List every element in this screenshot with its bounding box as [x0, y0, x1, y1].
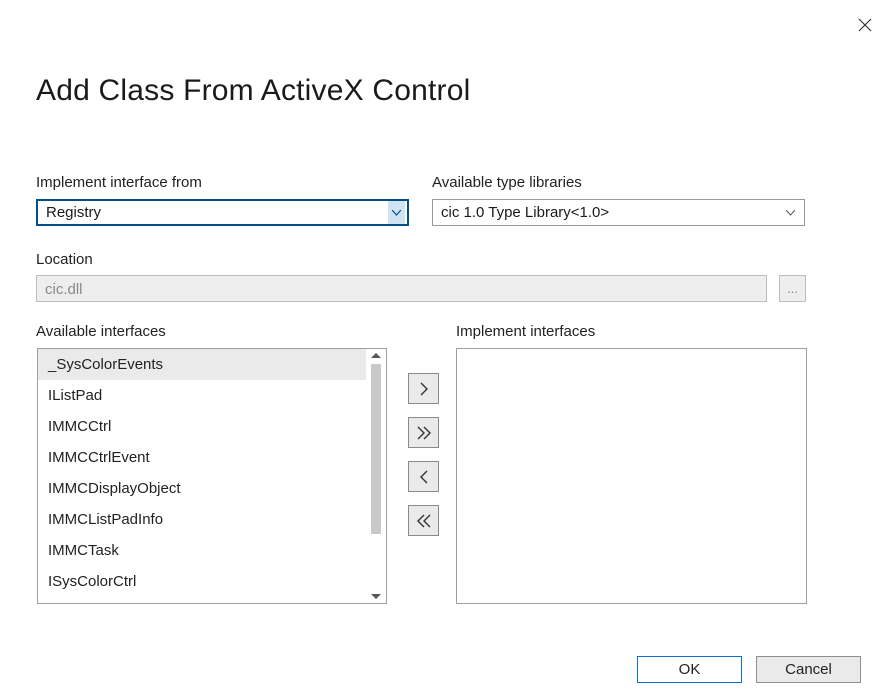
double-chevron-left-icon: [417, 514, 431, 528]
list-item[interactable]: IMMCCtrlEvent: [38, 442, 366, 473]
chevron-right-icon: [419, 382, 429, 396]
cancel-button[interactable]: Cancel: [756, 656, 861, 683]
list-item[interactable]: IMMCTask: [38, 535, 366, 566]
location-label: Location: [36, 251, 93, 268]
list-item[interactable]: IMMCListPadInfo: [38, 504, 366, 535]
move-buttons: [408, 373, 439, 549]
page-title: Add Class From ActiveX Control: [36, 74, 470, 108]
list-item[interactable]: IListPad: [38, 380, 366, 411]
available-interfaces-listbox[interactable]: _SysColorEvents IListPad IMMCCtrl IMMCCt…: [37, 348, 387, 604]
chevron-down-icon: [388, 201, 405, 224]
available-interfaces-label: Available interfaces: [36, 323, 166, 340]
scrollbar[interactable]: [366, 349, 386, 603]
chevron-left-icon: [419, 470, 429, 484]
scroll-up-icon[interactable]: [371, 353, 381, 358]
add-button[interactable]: [408, 373, 439, 404]
list-item[interactable]: IMMCDisplayObject: [38, 473, 366, 504]
add-all-button[interactable]: [408, 417, 439, 448]
implement-from-label: Implement interface from: [36, 174, 202, 191]
available-interfaces-items: _SysColorEvents IListPad IMMCCtrl IMMCCt…: [38, 349, 366, 603]
scroll-thumb[interactable]: [371, 364, 381, 534]
type-library-value: cic 1.0 Type Library<1.0>: [441, 199, 609, 226]
list-item[interactable]: ISysColorCtrl: [38, 566, 366, 597]
double-chevron-right-icon: [417, 426, 431, 440]
scroll-down-icon[interactable]: [371, 594, 381, 599]
close-icon[interactable]: [858, 18, 872, 32]
remove-button[interactable]: [408, 461, 439, 492]
add-class-dialog: Add Class From ActiveX Control Implement…: [0, 0, 894, 690]
list-item[interactable]: _SysColorEvents: [38, 349, 366, 380]
browse-button[interactable]: ...: [779, 275, 806, 302]
implement-from-dropdown[interactable]: Registry: [36, 199, 409, 226]
list-item[interactable]: IMMCCtrl: [38, 411, 366, 442]
implement-interfaces-listbox[interactable]: [456, 348, 807, 604]
implement-from-value: Registry: [46, 199, 101, 226]
remove-all-button[interactable]: [408, 505, 439, 536]
type-library-dropdown[interactable]: cic 1.0 Type Library<1.0>: [432, 199, 805, 226]
implement-interfaces-label: Implement interfaces: [456, 323, 595, 340]
location-input: cic.dll: [36, 275, 767, 302]
chevron-down-icon: [783, 200, 798, 225]
ok-button[interactable]: OK: [637, 656, 742, 683]
libraries-label: Available type libraries: [432, 174, 582, 191]
